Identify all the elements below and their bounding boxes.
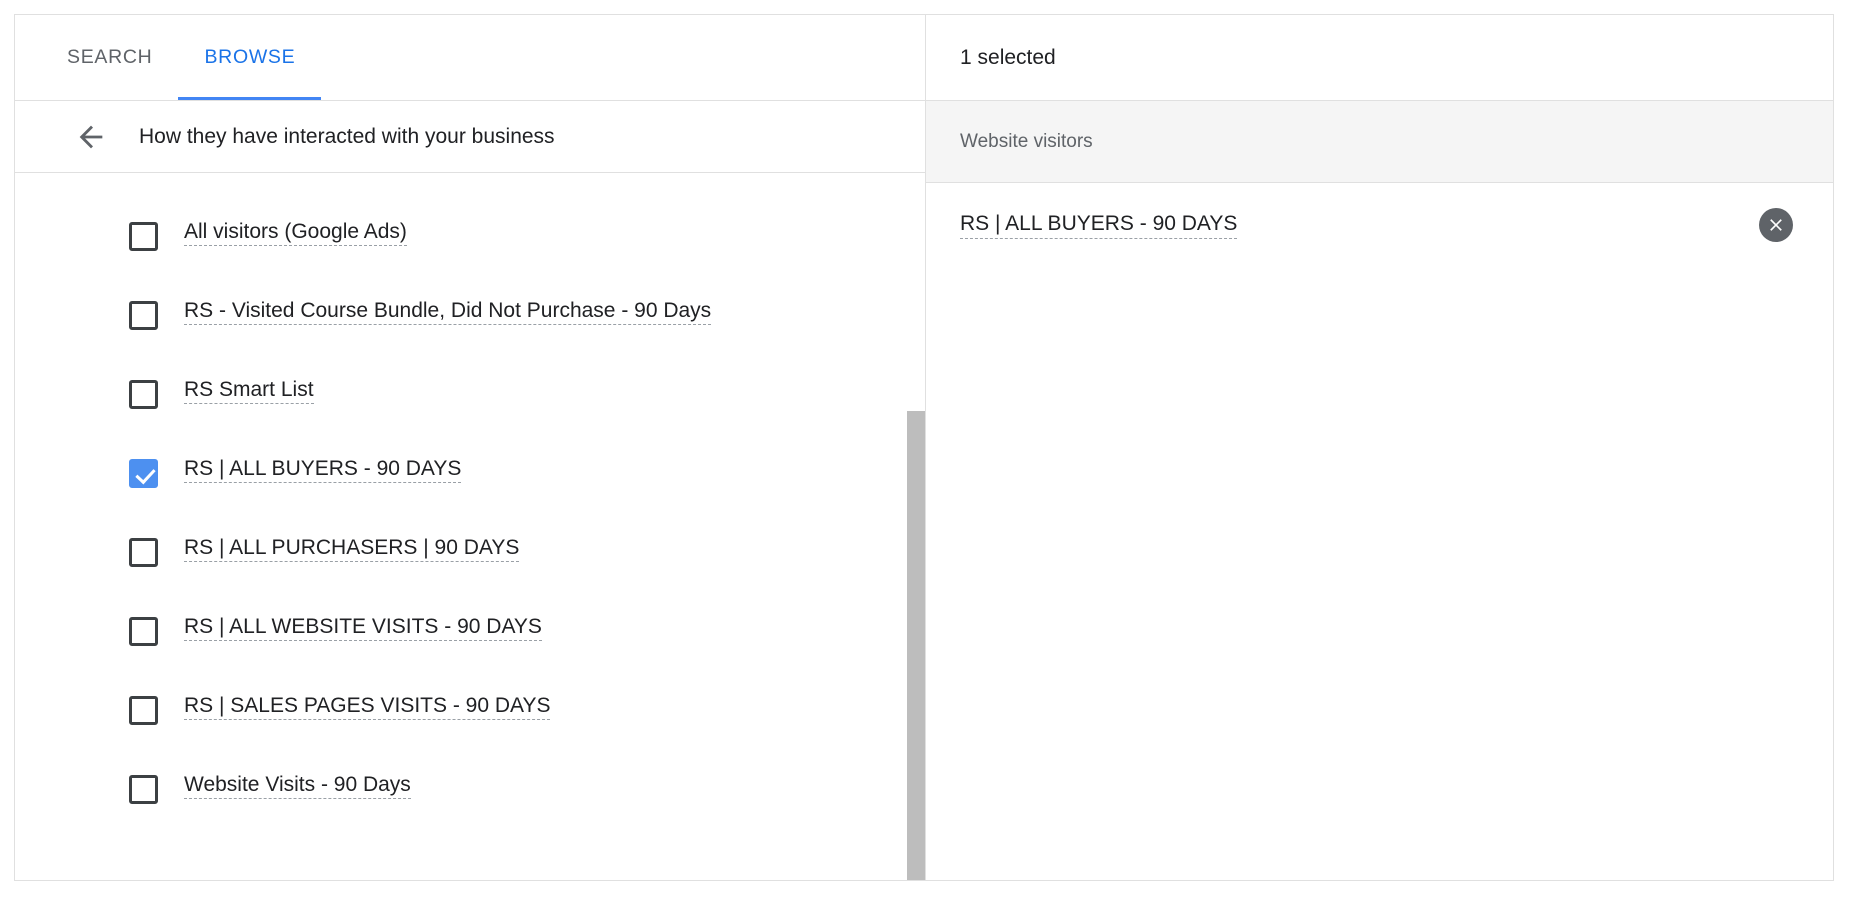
list-item[interactable]: RS | ALL PURCHASERS | 90 DAYS [15,513,925,592]
checkbox-wrap [128,276,158,355]
audience-list-viewport: All visitors (Google Ads) RS - Visited C… [15,173,925,880]
checkbox-wrap [128,197,158,276]
selected-item-label: RS | ALL BUYERS - 90 DAYS [960,212,1237,239]
vertical-scrollbar[interactable] [906,173,925,880]
checkbox-icon[interactable] [129,775,158,804]
checkbox-wrap [128,592,158,671]
list-item[interactable]: RS | ALL WEBSITE VISITS - 90 DAYS [15,592,925,671]
checkbox-wrap [128,434,158,513]
list-item-selected[interactable]: RS | ALL BUYERS - 90 DAYS [15,434,925,513]
list-item-label: Website Visits - 90 Days [184,750,411,800]
selection-group-header: Website visitors [926,101,1833,183]
selected-count-label: 1 selected [960,46,1056,70]
list-item-label: RS - Visited Course Bundle, Did Not Purc… [184,276,711,326]
list-item-label: RS | SALES PAGES VISITS - 90 DAYS [184,671,550,721]
breadcrumb-title: How they have interacted with your busin… [139,125,555,149]
checkbox-wrap [128,671,158,750]
checkbox-icon[interactable] [129,301,158,330]
tab-bar: SEARCH BROWSE [15,15,925,101]
checkbox-wrap [128,513,158,592]
checkbox-icon[interactable] [129,538,158,567]
checkbox-wrap [128,750,158,829]
list-item[interactable]: RS - Visited Course Bundle, Did Not Purc… [15,276,925,355]
checkbox-icon[interactable] [129,696,158,725]
list-item-label: All visitors (Google Ads) [184,197,407,247]
tab-search-label: SEARCH [67,46,152,69]
checkbox-icon[interactable] [129,222,158,251]
list-item-label: RS Smart List [184,355,314,405]
checkbox-wrap [128,173,158,197]
list-item-label: RS | ALL BUYERS - 90 DAYS [184,434,461,484]
list-item[interactable] [15,173,925,197]
selection-column: 1 selected Website visitors RS | ALL BUY… [926,15,1833,880]
audience-picker-panel: SEARCH BROWSE How they have interacted w… [14,14,1834,881]
list-item[interactable]: RS | SALES PAGES VISITS - 90 DAYS [15,671,925,750]
list-item-label: RS | ALL WEBSITE VISITS - 90 DAYS [184,592,542,642]
checkbox-wrap [128,355,158,434]
selection-group-label: Website visitors [960,131,1093,153]
screen-root: SEARCH BROWSE How they have interacted w… [0,0,1854,900]
tab-browse-label: BROWSE [204,46,295,69]
checkbox-icon[interactable] [129,380,158,409]
list-item[interactable]: Website Visits - 90 Days [15,750,925,829]
audience-list: All visitors (Google Ads) RS - Visited C… [15,173,925,849]
tab-search[interactable]: SEARCH [41,15,178,100]
list-item[interactable]: All visitors (Google Ads) [15,197,925,276]
scrollbar-thumb[interactable] [907,411,925,880]
checkbox-icon[interactable] [129,617,158,646]
selected-item-row: RS | ALL BUYERS - 90 DAYS [926,183,1833,267]
checkbox-checked-icon[interactable] [129,459,158,488]
list-item[interactable]: RS Smart List [15,355,925,434]
tab-browse[interactable]: BROWSE [178,15,321,100]
browse-column: SEARCH BROWSE How they have interacted w… [15,15,926,880]
selected-count-bar: 1 selected [926,15,1833,101]
close-icon[interactable] [1759,208,1793,242]
arrow-left-icon[interactable] [71,117,111,157]
list-item-label: RS | ALL PURCHASERS | 90 DAYS [184,513,519,563]
breadcrumb: How they have interacted with your busin… [15,101,925,173]
